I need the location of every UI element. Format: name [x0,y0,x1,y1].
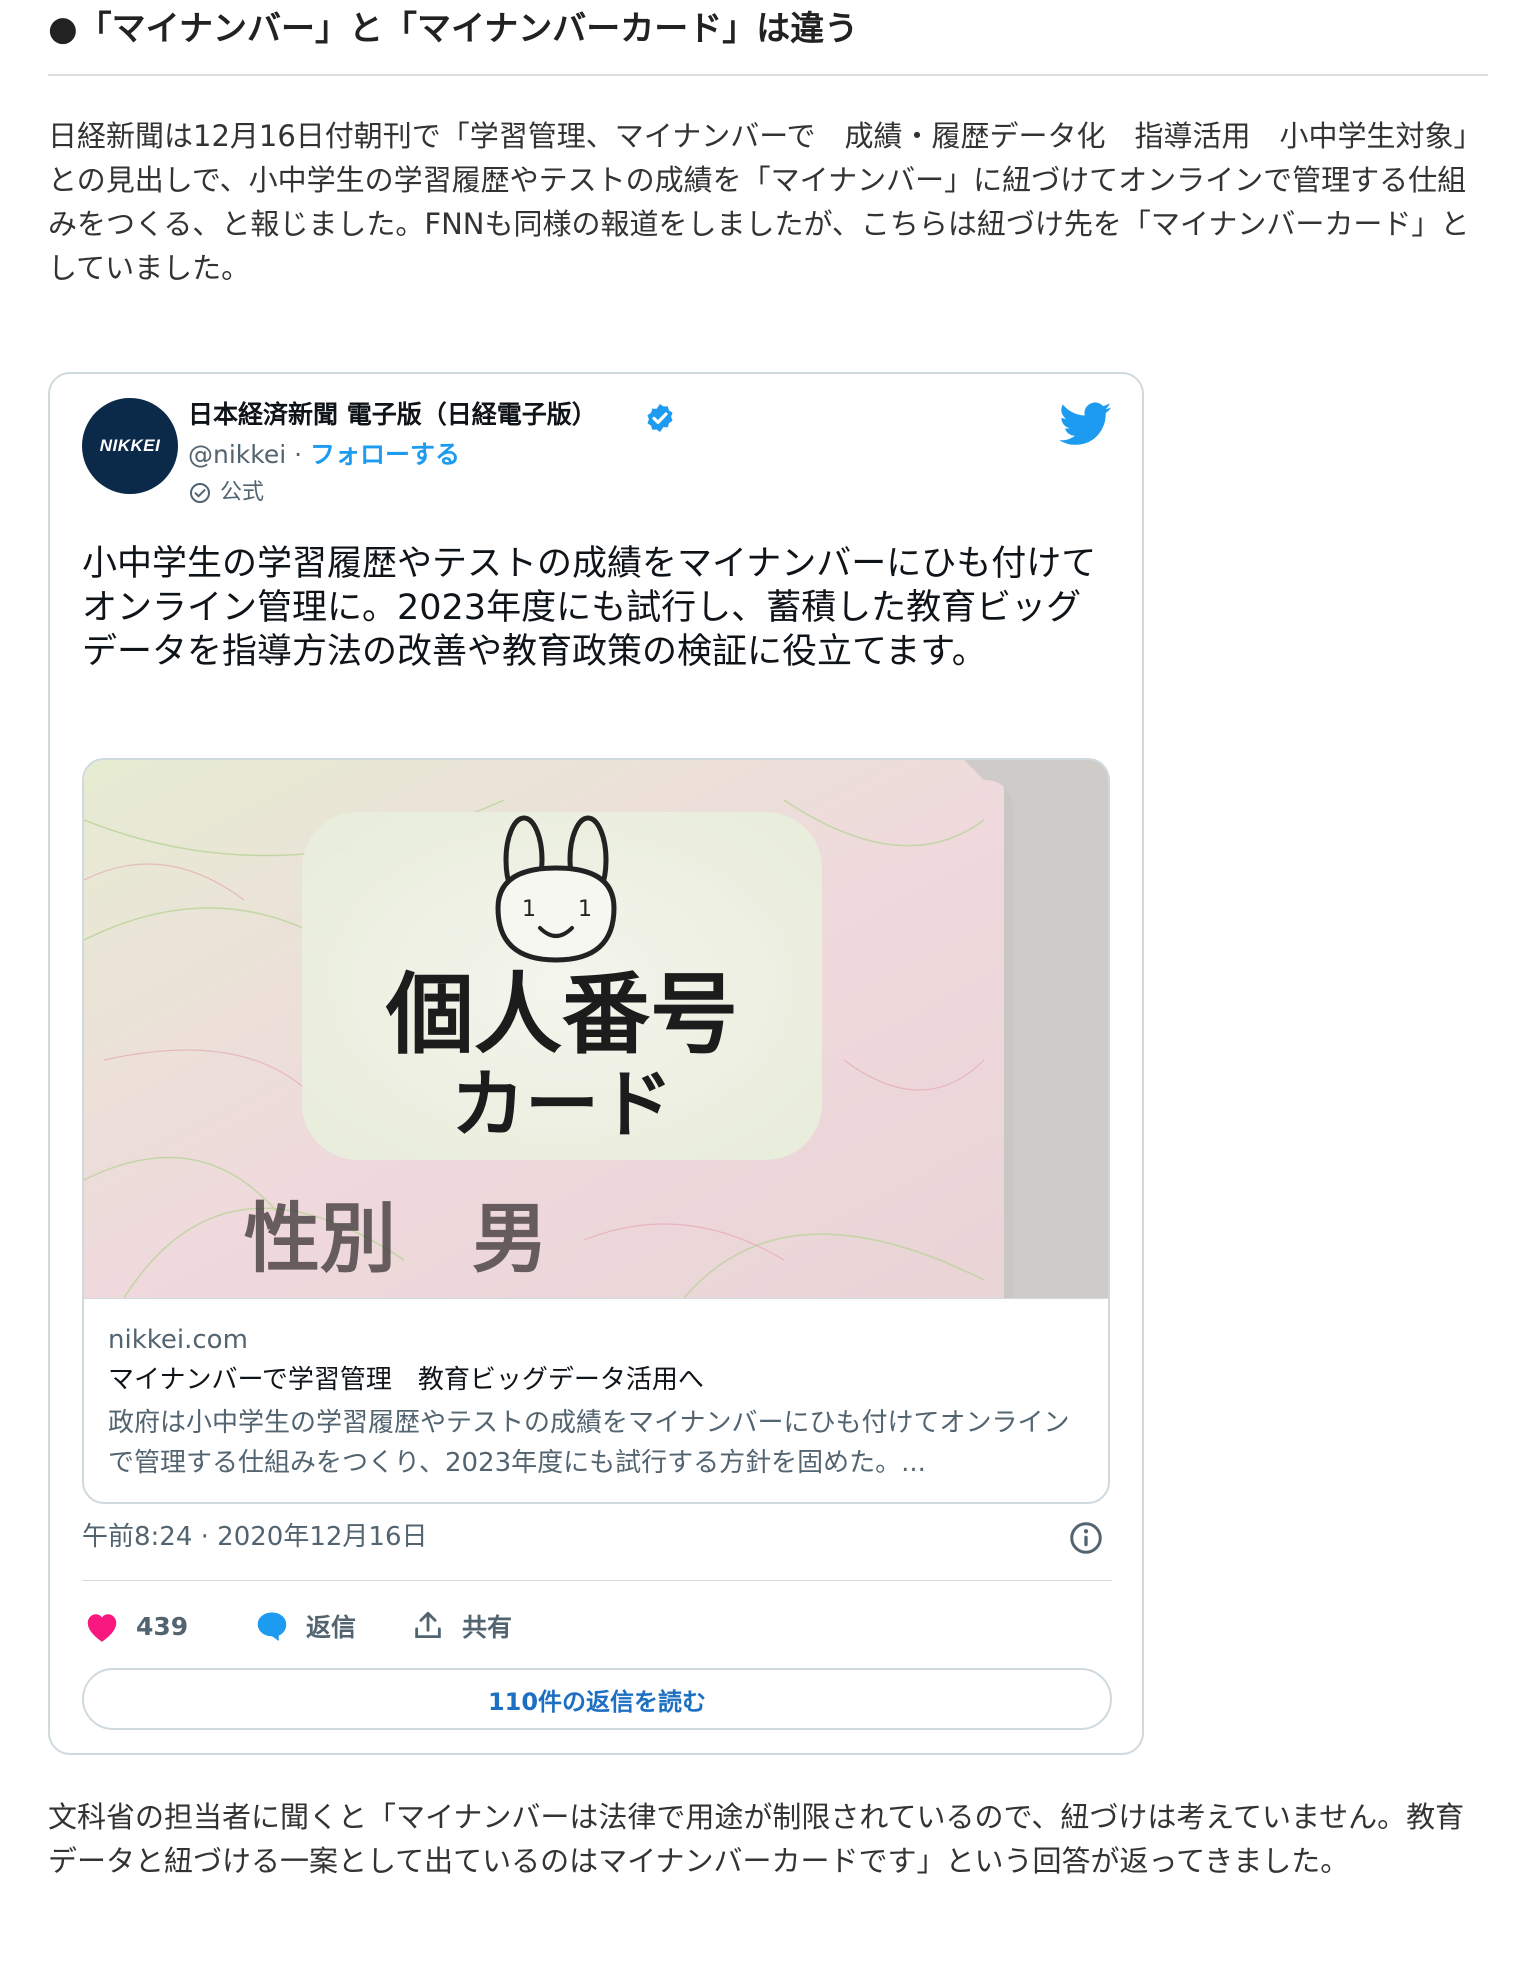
twitter-bird-icon[interactable] [1060,402,1112,446]
tweet-text: 小中学生の学習履歴やテストの成績をマイナンバーにひも付けてオンライン管理に。20… [82,544,1097,672]
tweet-timestamp[interactable]: 午前8:24 · 2020年12月16日 [82,1520,428,1554]
article-paragraph-2: 文科省の担当者に聞くと「マイナンバーは法律で用途が制限されているので、紐づけは考… [48,1800,1465,1878]
heading-divider [48,74,1488,76]
tweet-handle-row: @nikkei · フォローする [188,438,460,472]
card-domain: nikkei.com [108,1325,248,1355]
embedded-tweet[interactable]: NIKKEI 日本経済新聞 電子版（日経電子版） @nikkei · フォローす… [48,372,1144,1755]
reply-label: 返信 [306,1613,357,1642]
like-count: 439 [136,1611,189,1641]
tweet-handle[interactable]: @nikkei [188,440,286,469]
link-card-meta[interactable]: nikkei.com マイナンバーで学習管理 教育ビッグデータ活用へ 政府は小中… [84,1298,1108,1502]
svg-text:1: 1 [578,897,592,922]
reply-button[interactable]: 返信 [254,1606,356,1646]
svg-text:1: 1 [522,897,536,922]
article-paragraph-1: 日経新聞は12月16日付朝刊で「学習管理、マイナンバーで 成績・履歴データ化 指… [48,119,1483,285]
card-title: マイナンバーで学習管理 教育ビッグデータ活用へ [108,1365,704,1395]
card-photo-text-2: カード [451,1062,673,1148]
reply-bubble-icon [257,1612,287,1641]
info-icon[interactable] [1068,1520,1104,1556]
share-button[interactable]: 共有 [410,1606,512,1646]
follow-button[interactable]: フォローする [310,440,460,469]
official-label-row: 公式 [188,478,264,508]
tweet-divider [82,1580,1112,1581]
heart-icon [87,1614,117,1642]
share-label: 共有 [462,1613,513,1642]
like-button[interactable]: 439 [84,1606,188,1646]
card-photo-text-3: 性別 男 [244,1194,548,1283]
tweet-author-name[interactable]: 日本経済新聞 電子版（日経電子版） [188,398,597,432]
read-replies-button[interactable]: 110件の返信を読む [82,1668,1112,1730]
share-icon [415,1611,441,1639]
official-label: 公式 [220,480,265,505]
handle-separator: · [286,440,311,469]
card-description: 政府は小中学生の学習履歴やテストの成績をマイナンバーにひも付けてオンラインで管理… [108,1408,1070,1478]
nikkei-avatar[interactable]: NIKKEI [82,398,178,494]
verified-badge-icon [647,404,673,432]
my-number-card-photo: 1 1 個人番号 カード 性別 男 [84,760,1108,1298]
section-heading: ●「マイナンバー」と「マイナンバーカード」は違う [48,9,859,49]
official-check-icon [190,483,210,503]
card-photo-text-1: 個人番号 [385,963,738,1066]
link-card[interactable]: 1 1 個人番号 カード 性別 男 nikkei.com マイナンバーで学習管理… [82,758,1110,1504]
